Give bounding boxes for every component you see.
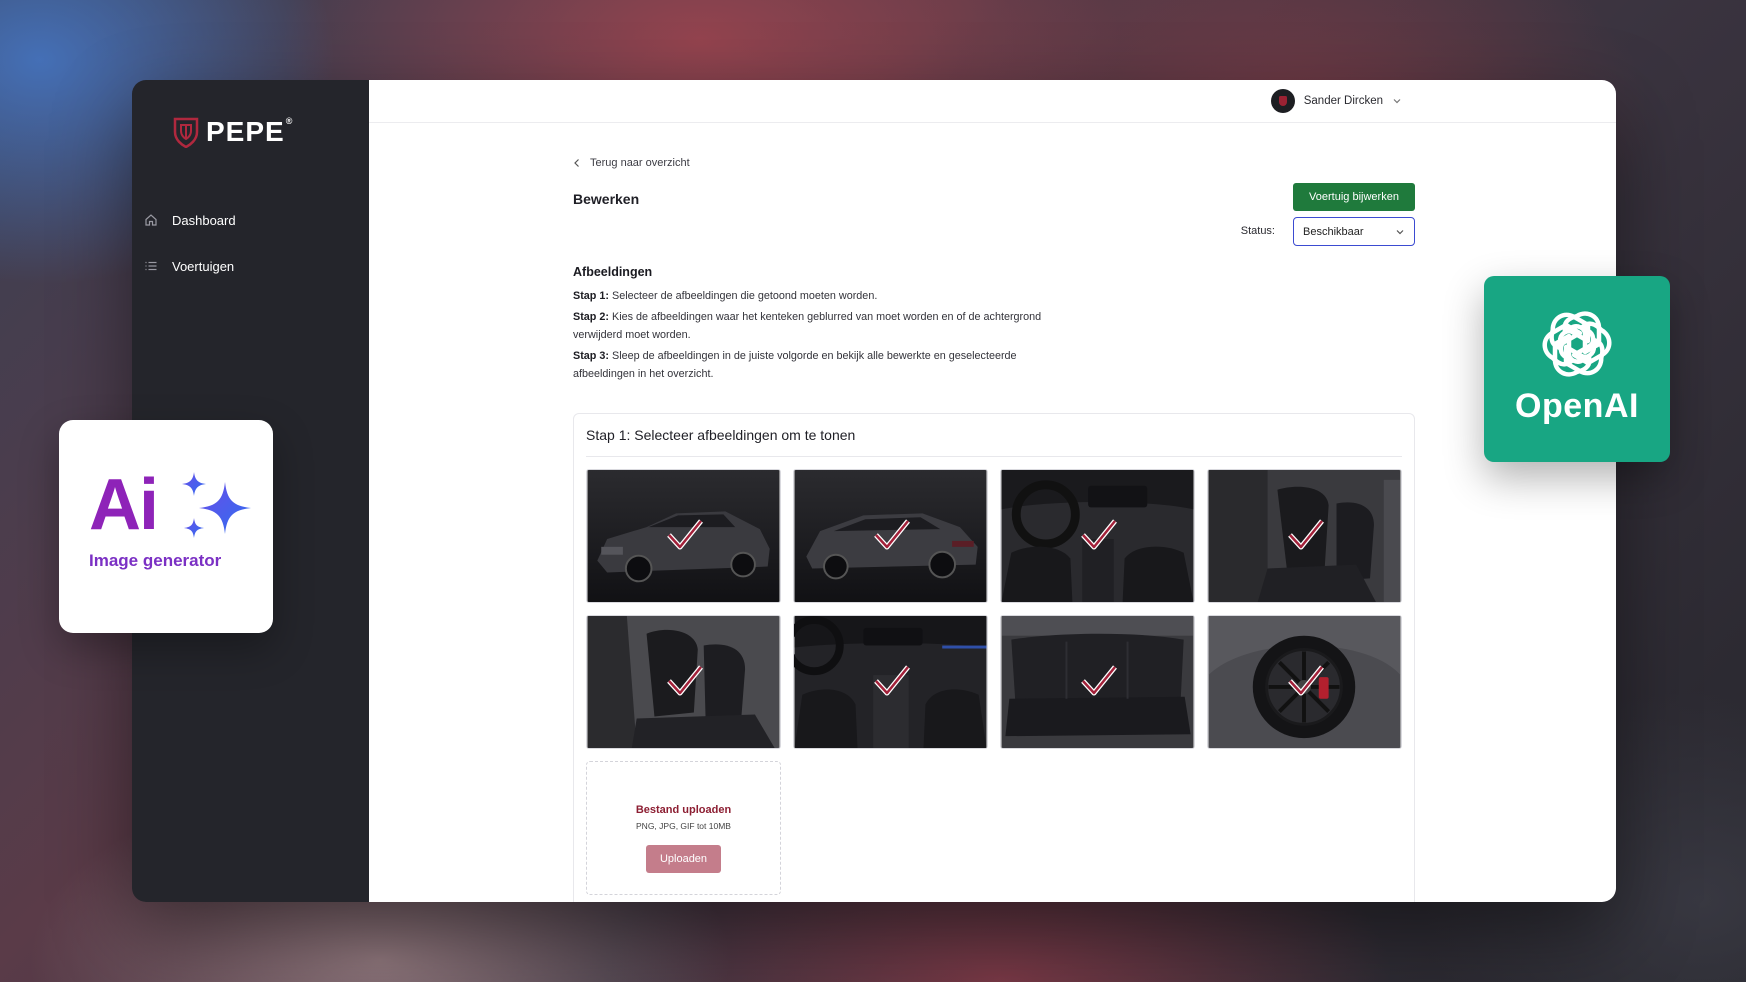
photo-car-front[interactable] (586, 469, 781, 603)
sidebar-nav: Dashboard Voertuigen (140, 204, 360, 296)
selected-check-icon (874, 665, 910, 696)
openai-badge: OpenAI (1484, 276, 1670, 462)
brand-logo[interactable]: PEPE® (172, 116, 293, 148)
photo-car-rear[interactable] (793, 469, 988, 603)
openai-badge-text: OpenAI (1515, 387, 1639, 425)
photo-rear-seats[interactable] (1000, 615, 1195, 749)
upload-button[interactable]: Uploaden (646, 844, 721, 873)
selected-check-icon (874, 519, 910, 550)
back-link-label: Terug naar overzicht (590, 157, 690, 169)
photo-wheel[interactable] (1207, 615, 1402, 749)
selected-check-icon (1288, 519, 1324, 550)
step-instruction: Stap 3: Sleep de afbeeldingen in de juis… (573, 350, 1017, 380)
chevron-down-icon (1393, 99, 1401, 104)
app-window: PEPE® Dashboard Voertuigen Sander Dircke… (132, 80, 1616, 902)
topbar: Sander Dircken (369, 80, 1616, 123)
file-upload-dropzone[interactable]: Bestand uploaden PNG, JPG, GIF tot 10MB … (586, 761, 781, 895)
selected-check-icon (667, 519, 703, 550)
status-label: Status: (1240, 225, 1275, 237)
step-instruction: Stap 2: Kies de afbeeldingen waar het ke… (573, 311, 1042, 341)
shield-logo-icon (173, 117, 199, 148)
list-icon (145, 261, 157, 271)
user-name: Sander Dircken (1303, 95, 1383, 107)
step1-card-title: Stap 1: Selecteer afbeeldingen om te ton… (586, 414, 1402, 457)
upload-title: Bestand uploaden (635, 803, 732, 816)
main-panel: Sander Dircken Terug naar overzicht Bewe… (369, 80, 1616, 902)
selected-check-icon (1081, 665, 1117, 696)
instruction-steps: Stap 1: Selecteer de afbeeldingen die ge… (573, 287, 1073, 386)
page-title: Bewerken (573, 191, 640, 207)
sidebar-item-dashboard[interactable]: Dashboard (140, 204, 360, 236)
chevron-down-icon (1396, 229, 1404, 234)
selected-check-icon (1288, 665, 1324, 696)
user-menu[interactable]: Sander Dircken (1270, 89, 1402, 113)
home-icon (145, 214, 157, 226)
upload-hint: PNG, JPG, GIF tot 10MB (636, 820, 731, 831)
ai-badge-text: Ai (89, 465, 159, 545)
photo-center-console[interactable] (793, 615, 988, 749)
selected-check-icon (667, 665, 703, 696)
sidebar-item-label: Dashboard (172, 212, 236, 228)
step1-card: Stap 1: Selecteer afbeeldingen om te ton… (573, 413, 1415, 902)
photo-front-seats[interactable] (1207, 469, 1402, 603)
sparkles-icon (182, 472, 251, 538)
status-value: Beschikbaar (1303, 225, 1364, 238)
step-instruction: Stap 1: Selecteer de afbeeldingen die ge… (573, 290, 878, 302)
photo-dashboard[interactable] (1000, 469, 1195, 603)
photo-seats-door-open[interactable] (586, 615, 781, 749)
selected-check-icon (1081, 519, 1117, 550)
sidebar-item-voertuigen[interactable]: Voertuigen (140, 250, 360, 282)
ai-badge-subtitle: Image generator (89, 551, 222, 570)
sidebar-item-label: Voertuigen (172, 258, 235, 274)
photo-grid (586, 469, 1402, 749)
chevron-left-icon (574, 159, 579, 167)
openai-logo-icon (1537, 304, 1617, 384)
update-vehicle-button[interactable]: Voertuig bijwerken (1293, 183, 1415, 211)
back-link[interactable]: Terug naar overzicht (573, 157, 690, 169)
status-select[interactable]: Beschikbaar (1293, 217, 1415, 246)
images-section-title: Afbeeldingen (573, 265, 653, 279)
ai-image-generator-badge: Ai Image generator (59, 420, 273, 633)
avatar (1270, 89, 1295, 113)
brand-name: PEPE® (206, 116, 294, 147)
